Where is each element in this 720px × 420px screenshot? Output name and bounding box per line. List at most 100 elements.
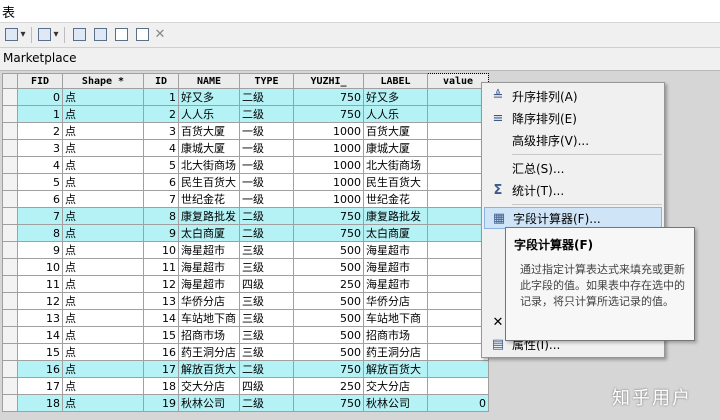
row-selector[interactable] xyxy=(2,207,18,225)
table-row[interactable]: 4 点 5 北大街商场 一级 1000 北大街商场 xyxy=(2,156,489,174)
cell-fid: 17 xyxy=(17,377,63,395)
cell-name: 康城大厦 xyxy=(178,139,240,157)
menu-item-advanced-sort[interactable]: 高级排序(V)... xyxy=(484,129,662,151)
row-selector[interactable] xyxy=(2,292,18,310)
cell-value xyxy=(427,360,489,378)
column-header[interactable]: LABEL xyxy=(363,73,428,89)
row-selector[interactable] xyxy=(2,241,18,259)
menu-item-sort-ascending[interactable]: ≜ 升序排列(A) xyxy=(484,85,662,107)
row-selector[interactable] xyxy=(2,156,18,174)
table-row[interactable]: 14 点 15 招商市场 三级 500 招商市场 xyxy=(2,326,489,344)
column-header[interactable]: FID xyxy=(17,73,63,89)
cell-type: 三级 xyxy=(239,326,294,344)
cell-yuzhi: 1000 xyxy=(293,190,364,208)
cell-label: 康复路批发 xyxy=(363,207,428,225)
chevron-down-icon[interactable]: ▾ xyxy=(52,27,60,42)
cell-label: 招商市场 xyxy=(363,326,428,344)
menu-item-sort-descending[interactable]: ≡ 降序排列(E) xyxy=(484,107,662,129)
menu-item-field-calculator[interactable]: ▦ 字段计算器(F)... xyxy=(484,207,662,229)
row-selector[interactable] xyxy=(2,88,18,106)
cell-fid: 3 xyxy=(17,139,63,157)
cell-shape: 点 xyxy=(62,156,144,174)
row-selector[interactable] xyxy=(2,309,18,327)
clear-selection-icon[interactable] xyxy=(114,27,128,42)
cell-label: 太白商厦 xyxy=(363,224,428,242)
cell-id: 15 xyxy=(143,326,179,344)
row-selector[interactable] xyxy=(2,275,18,293)
table-row[interactable]: 11 点 12 海星超市 四级 250 海星超市 xyxy=(2,275,489,293)
column-header-value[interactable]: value xyxy=(427,73,489,89)
table-row[interactable]: 18 点 19 秋林公司 二级 750 秋林公司 0 xyxy=(2,394,489,412)
cell-type: 二级 xyxy=(239,88,294,106)
header-row: FID Shape * ID NAME TYPE YUZHI_ LABEL va… xyxy=(2,73,489,89)
cell-name: 华侨分店 xyxy=(178,292,240,310)
table-row[interactable]: 1 点 2 人人乐 二级 750 人人乐 xyxy=(2,105,489,123)
cell-label: 民生百货大 xyxy=(363,173,428,191)
delete-icon[interactable]: ✕ xyxy=(154,27,166,42)
chevron-down-icon[interactable]: ▾ xyxy=(19,27,27,42)
cell-value xyxy=(427,275,489,293)
cell-name: 百货大厦 xyxy=(178,122,240,140)
zoom-to-selected-icon[interactable] xyxy=(135,27,149,42)
sort-ascending-icon: ≜ xyxy=(492,88,504,104)
menu-item-statistics[interactable]: Σ 统计(T)... xyxy=(484,179,662,201)
cell-value xyxy=(427,122,489,140)
row-selector[interactable] xyxy=(2,122,18,140)
cell-value xyxy=(427,309,489,327)
row-selector[interactable] xyxy=(2,360,18,378)
cell-name: 车站地下商 xyxy=(178,309,240,327)
table-row[interactable]: 8 点 9 太白商厦 二级 750 太白商厦 xyxy=(2,224,489,242)
row-selector[interactable] xyxy=(2,105,18,123)
switch-selection-icon[interactable] xyxy=(93,27,107,42)
menu-item-summarize[interactable]: 汇总(S)... xyxy=(484,157,662,179)
cell-value xyxy=(427,156,489,174)
table-row[interactable]: 10 点 11 海星超市 三级 500 海星超市 xyxy=(2,258,489,276)
row-selector[interactable] xyxy=(2,224,18,242)
row-selector[interactable] xyxy=(2,394,18,412)
table-row[interactable]: 5 点 6 民生百货大 一级 1000 民生百货大 xyxy=(2,173,489,191)
table-row[interactable]: 13 点 14 车站地下商 三级 500 车站地下商 xyxy=(2,309,489,327)
cell-yuzhi: 750 xyxy=(293,88,364,106)
table-row[interactable]: 7 点 8 康复路批发 二级 750 康复路批发 xyxy=(2,207,489,225)
cell-id: 16 xyxy=(143,343,179,361)
cell-yuzhi: 750 xyxy=(293,360,364,378)
table-row[interactable]: 12 点 13 华侨分店 三级 500 华侨分店 xyxy=(2,292,489,310)
row-selector[interactable] xyxy=(2,173,18,191)
row-selector[interactable] xyxy=(2,326,18,344)
column-header[interactable]: Shape * xyxy=(62,73,144,89)
table-row[interactable]: 6 点 7 世纪金花 一级 1000 世纪金花 xyxy=(2,190,489,208)
table-row[interactable]: 2 点 3 百货大厦 一级 1000 百货大厦 xyxy=(2,122,489,140)
table-row[interactable]: 16 点 17 解放百货大 二级 750 解放百货大 xyxy=(2,360,489,378)
column-header[interactable]: NAME xyxy=(178,73,240,89)
cell-yuzhi: 750 xyxy=(293,105,364,123)
table-row[interactable]: 15 点 16 药王洞分店 三级 500 药王洞分店 xyxy=(2,343,489,361)
cell-id: 7 xyxy=(143,190,179,208)
row-selector[interactable] xyxy=(2,139,18,157)
table-row[interactable]: 3 点 4 康城大厦 一级 1000 康城大厦 xyxy=(2,139,489,157)
cell-type: 二级 xyxy=(239,394,294,412)
cell-fid: 13 xyxy=(17,309,63,327)
row-selector[interactable] xyxy=(2,343,18,361)
related-tables-icon[interactable] xyxy=(37,27,51,42)
cell-name: 太白商厦 xyxy=(178,224,240,242)
cell-type: 三级 xyxy=(239,258,294,276)
cell-type: 一级 xyxy=(239,122,294,140)
table-tab[interactable]: Marketplace xyxy=(0,48,720,71)
table-row[interactable]: 9 点 10 海星超市 三级 500 海星超市 xyxy=(2,241,489,259)
table-row[interactable]: 17 点 18 交大分店 四级 250 交大分店 xyxy=(2,377,489,395)
cell-shape: 点 xyxy=(62,258,144,276)
select-by-attributes-icon[interactable] xyxy=(72,27,86,42)
column-header[interactable]: ID xyxy=(143,73,179,89)
row-selector[interactable] xyxy=(2,258,18,276)
row-selector[interactable] xyxy=(2,377,18,395)
cell-fid: 11 xyxy=(17,275,63,293)
cell-id: 17 xyxy=(143,360,179,378)
row-selector[interactable] xyxy=(2,190,18,208)
cell-fid: 10 xyxy=(17,258,63,276)
table-row[interactable]: 0 点 1 好又多 二级 750 好又多 xyxy=(2,88,489,106)
row-selector-header[interactable] xyxy=(2,73,18,89)
column-header[interactable]: YUZHI_ xyxy=(293,73,364,89)
column-header[interactable]: TYPE xyxy=(239,73,294,89)
table-options-icon[interactable] xyxy=(4,27,18,42)
cell-label: 北大街商场 xyxy=(363,156,428,174)
